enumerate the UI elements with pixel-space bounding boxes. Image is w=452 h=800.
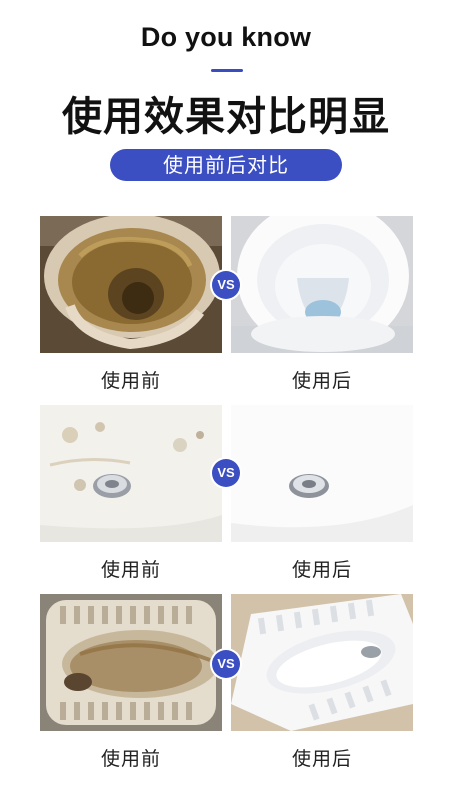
vs-badge: VS [212,271,240,299]
vs-badge: VS [212,650,240,678]
vs-badge: VS [212,459,240,487]
before-photo-squat-toilet [40,594,222,731]
headline: 使用效果对比明显 [62,94,390,140]
section-pill: 使用前后对比 [110,149,342,181]
after-photo-toilet [231,216,413,353]
before-label: 使用前 [100,748,161,770]
before-photo-toilet [40,216,222,353]
before-label: 使用前 [100,370,161,392]
before-label: 使用前 [100,559,161,581]
after-label: 使用后 [291,748,352,770]
after-label: 使用后 [291,559,352,581]
after-photo-basin [231,405,413,542]
eyebrow-underline [211,69,243,72]
eyebrow-title: Do you know [140,22,312,52]
after-photo-squat-toilet [231,594,413,731]
after-label: 使用后 [291,370,352,392]
before-photo-basin [40,405,222,542]
